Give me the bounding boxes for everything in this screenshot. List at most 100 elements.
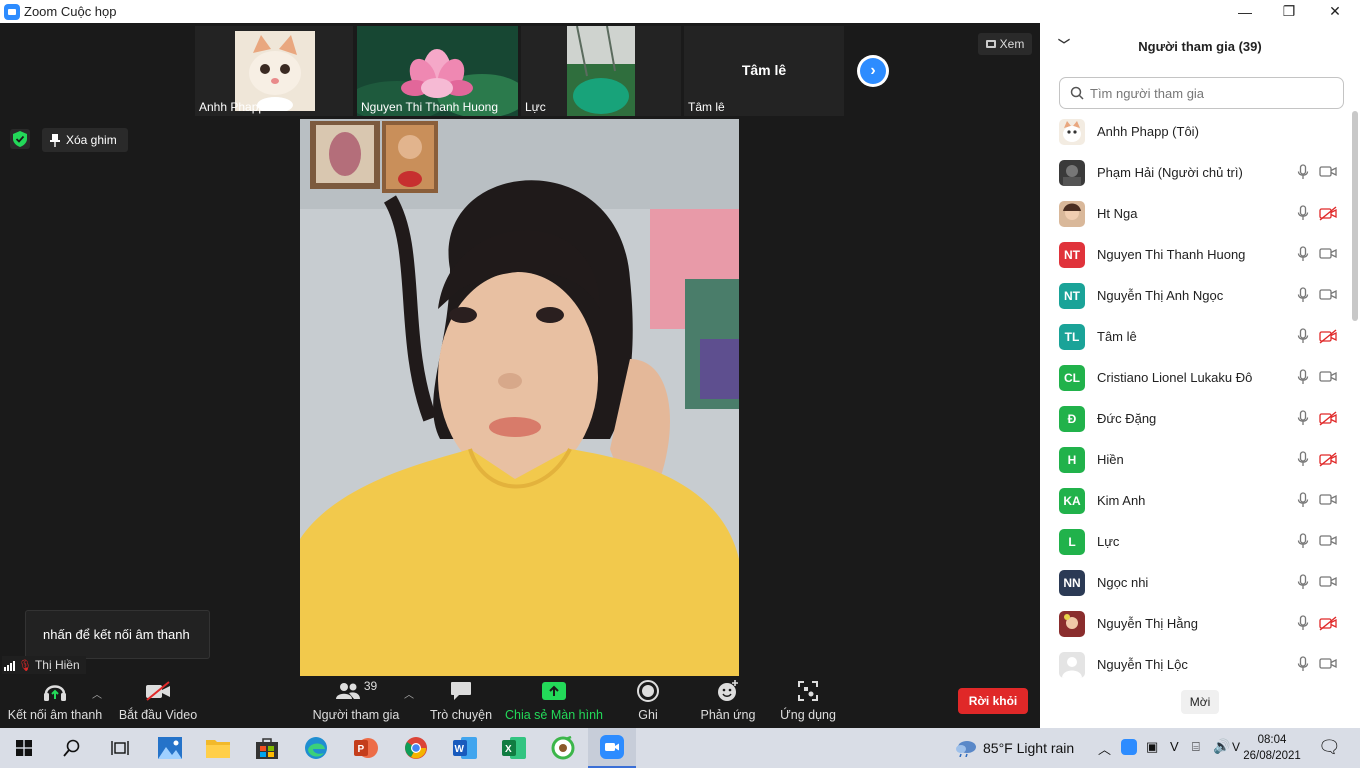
microphone-icon[interactable]: [1297, 369, 1309, 390]
participant-row[interactable]: L Lực: [1040, 521, 1348, 562]
microphone-icon[interactable]: [1297, 492, 1309, 513]
apps-button[interactable]: Ứng dụng: [778, 676, 838, 728]
video-camera-icon[interactable]: [1319, 247, 1337, 265]
start-video-button[interactable]: Bắt đầu Video: [118, 676, 198, 728]
notifications-icon[interactable]: 🗨: [1318, 737, 1341, 758]
participant-row[interactable]: NN Ngọc nhi: [1040, 562, 1348, 603]
chat-button[interactable]: Trò chuyện: [424, 676, 498, 728]
participant-row[interactable]: Ht Nga: [1040, 193, 1348, 234]
next-page-button[interactable]: ›: [857, 55, 889, 87]
participant-row[interactable]: Anhh Phapp (Tôi): [1040, 111, 1348, 152]
start-button[interactable]: [0, 728, 48, 768]
participant-row[interactable]: H Hiền: [1040, 439, 1348, 480]
video-thumbnail-nguyen-thi-thanh-huong[interactable]: Nguyen Thi Thanh Huong: [357, 26, 518, 116]
video-camera-icon[interactable]: [1319, 493, 1337, 511]
main-video[interactable]: [300, 119, 739, 676]
video-thumbnail-luc[interactable]: Lực: [521, 26, 681, 116]
zoom-taskbar-button[interactable]: [588, 728, 636, 768]
chevron-up-icon[interactable]: ︿: [1098, 739, 1111, 758]
zoom-icon: [600, 735, 624, 759]
unpin-button[interactable]: Xóa ghim: [42, 128, 128, 152]
video-thumbnail-anhh-phapp[interactable]: Anhh Phapp: [195, 26, 353, 116]
participant-row[interactable]: Phạm Hải (Người chủ trì): [1040, 152, 1348, 193]
participant-row[interactable]: Nguyễn Thị Lộc: [1040, 644, 1348, 684]
participants-options-caret-icon[interactable]: ︿: [404, 686, 414, 701]
video-off-icon[interactable]: [1319, 616, 1337, 636]
participant-search-input[interactable]: [1090, 85, 1330, 101]
record-button[interactable]: Ghi: [628, 676, 668, 728]
close-button[interactable]: ✕: [1312, 0, 1358, 23]
microphone-icon[interactable]: [1297, 287, 1309, 308]
edge-browser-button[interactable]: [292, 728, 340, 768]
photos-app-button[interactable]: [146, 728, 194, 768]
participant-row[interactable]: CL Cristiano Lionel Lukaku Đô: [1040, 357, 1348, 398]
microphone-icon[interactable]: [1297, 164, 1309, 185]
participant-avatar: [1059, 610, 1085, 637]
cat-avatar-image: [235, 31, 315, 113]
powerpoint-button[interactable]: P: [342, 728, 390, 768]
video-camera-icon[interactable]: [1319, 288, 1337, 306]
language-icon[interactable]: V: [1232, 740, 1240, 754]
microphone-icon[interactable]: [1297, 205, 1309, 226]
participant-search[interactable]: [1059, 77, 1344, 109]
participant-avatar: [1059, 118, 1085, 145]
task-view-button[interactable]: [96, 728, 144, 768]
video-camera-icon[interactable]: [1319, 575, 1337, 593]
maximize-button[interactable]: ❐: [1266, 0, 1312, 23]
participant-row[interactable]: Nguyễn Thị Hằng: [1040, 603, 1348, 644]
participant-row[interactable]: NT Nguyen Thi Thanh Huong: [1040, 234, 1348, 275]
chrome-browser-button[interactable]: [392, 728, 440, 768]
taskbar-clock[interactable]: 08:04 26/08/2021: [1240, 732, 1304, 764]
participant-row[interactable]: NT Nguyễn Thị Anh Ngọc: [1040, 275, 1348, 316]
participant-row[interactable]: TL Tâm lê: [1040, 316, 1348, 357]
chevron-down-icon[interactable]: ﹀: [1058, 36, 1070, 53]
network-icon[interactable]: ⌸: [1192, 739, 1200, 755]
participant-name: Tâm lê: [1097, 329, 1137, 344]
edge-icon: [305, 737, 327, 759]
file-explorer-button[interactable]: [194, 728, 242, 768]
minimize-button[interactable]: —: [1222, 0, 1268, 23]
participant-row[interactable]: KA Kim Anh: [1040, 480, 1348, 521]
participant-name: Anhh Phapp (Tôi): [1097, 124, 1199, 139]
video-camera-icon[interactable]: [1319, 370, 1337, 388]
video-camera-icon[interactable]: [1319, 534, 1337, 552]
leave-meeting-button[interactable]: Rời khỏi: [958, 688, 1028, 714]
video-camera-icon[interactable]: [1319, 165, 1337, 183]
participant-row[interactable]: Đ Đức Đặng: [1040, 398, 1348, 439]
video-camera-icon[interactable]: [1319, 657, 1337, 675]
zoom-tray-icon[interactable]: [1121, 739, 1137, 755]
weather-widget[interactable]: 85°F Light rain: [955, 728, 1074, 768]
store-app-button[interactable]: [243, 728, 291, 768]
word-button[interactable]: W: [441, 728, 489, 768]
search-taskbar-button[interactable]: [48, 728, 96, 768]
svg-text:P: P: [358, 744, 365, 755]
share-screen-button[interactable]: Chia sẻ Màn hình: [505, 676, 603, 728]
camera-tray-icon[interactable]: ▣: [1146, 739, 1158, 755]
video-off-icon[interactable]: [1319, 206, 1337, 226]
view-button[interactable]: Xem: [978, 33, 1032, 55]
microphone-icon[interactable]: [1297, 328, 1309, 349]
audio-options-caret-icon[interactable]: ︿: [92, 686, 102, 701]
vietkey-tray-icon[interactable]: V: [1170, 739, 1179, 754]
microphone-icon[interactable]: [1297, 246, 1309, 267]
video-thumbnail-tam-le[interactable]: Tâm lê Tâm lê: [684, 26, 844, 116]
microphone-icon[interactable]: [1297, 410, 1309, 431]
volume-icon[interactable]: 🔊: [1213, 738, 1230, 755]
encryption-shield-icon[interactable]: [10, 129, 30, 149]
video-off-icon[interactable]: [1319, 452, 1337, 472]
reactions-button[interactable]: Phản ứng: [698, 676, 758, 728]
video-off-icon[interactable]: [1319, 411, 1337, 431]
chevron-right-icon: ›: [860, 58, 886, 84]
coccoc-browser-button[interactable]: [539, 728, 587, 768]
microphone-icon[interactable]: [1297, 656, 1309, 677]
join-audio-button[interactable]: Kết nối âm thanh: [4, 676, 106, 728]
microphone-icon[interactable]: [1297, 451, 1309, 472]
participants-button[interactable]: 39 Người tham gia: [312, 676, 400, 728]
excel-button[interactable]: X: [490, 728, 538, 768]
participant-list-scrollbar[interactable]: [1352, 111, 1358, 321]
microphone-icon[interactable]: [1297, 533, 1309, 554]
video-off-icon[interactable]: [1319, 329, 1337, 349]
microphone-icon[interactable]: [1297, 574, 1309, 595]
invite-button[interactable]: Mời: [1181, 690, 1219, 714]
microphone-icon[interactable]: [1297, 615, 1309, 636]
